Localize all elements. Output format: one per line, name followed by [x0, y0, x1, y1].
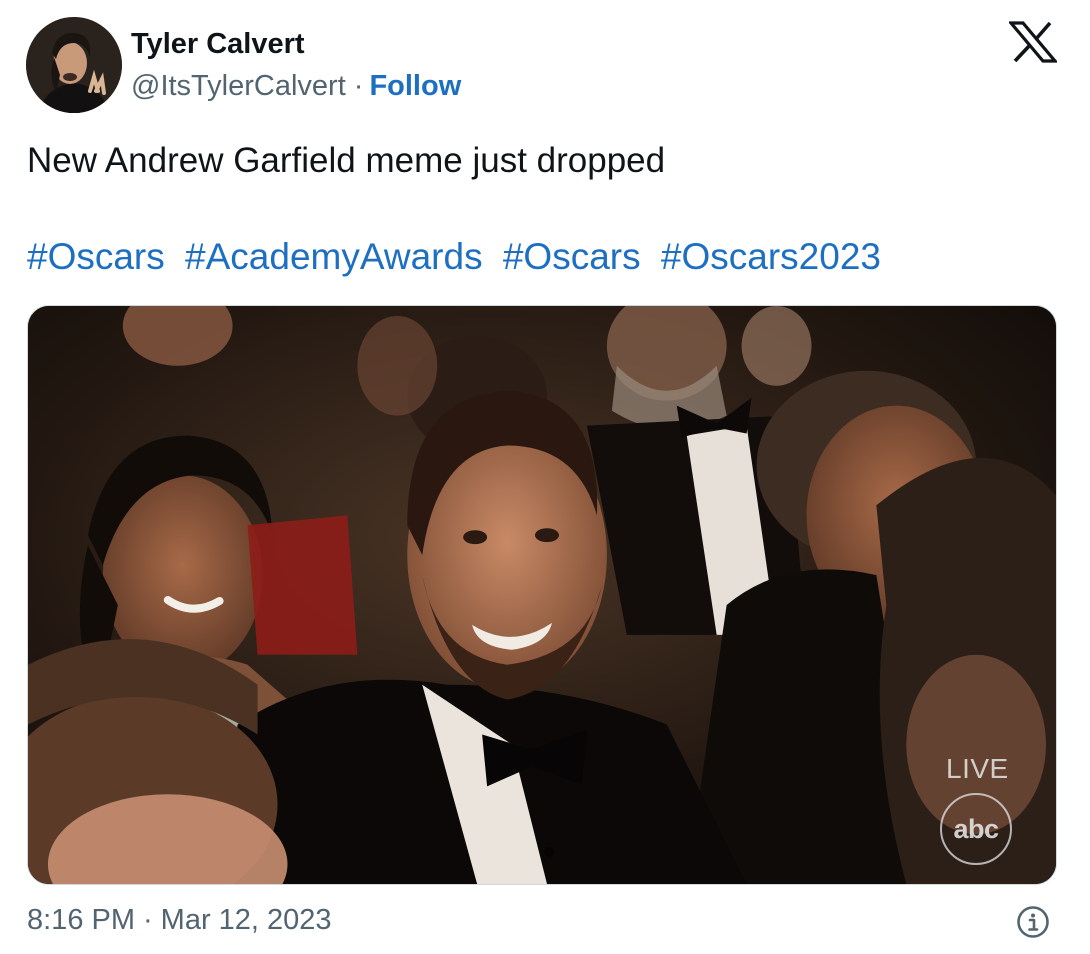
author-handle[interactable]: @ItsTylerCalvert [131, 70, 346, 102]
tweet-media[interactable]: LIVE abc [27, 305, 1057, 885]
tweet-card: Tyler Calvert @ItsTylerCalvert · Follow Ne… [0, 0, 1090, 954]
tweet-timestamp[interactable]: 8:16 PM · Mar 12, 2023 [27, 902, 332, 938]
media-image [28, 306, 1056, 884]
avatar[interactable] [26, 17, 122, 113]
tweet-time: 8:16 PM [27, 904, 135, 936]
avatar-image [26, 17, 122, 113]
follow-button[interactable]: Follow [369, 70, 461, 102]
timestamp-separator: · [143, 904, 153, 936]
tweet-date: Mar 12, 2023 [160, 904, 332, 936]
hashtag-link[interactable]: #AcademyAwards [185, 236, 483, 277]
abc-logo: abc [940, 793, 1012, 865]
x-logo-icon[interactable] [1009, 21, 1057, 63]
info-icon[interactable] [1016, 905, 1050, 939]
tweet-text: New Andrew Garfield meme just dropped [27, 141, 666, 180]
author-handle-row: @ItsTylerCalvert · Follow [131, 68, 461, 104]
hashtag-link[interactable]: #Oscars2023 [661, 236, 881, 277]
hashtag-link[interactable]: #Oscars [503, 236, 641, 277]
hashtag-link[interactable]: #Oscars [27, 236, 165, 277]
live-overlay-label: LIVE [946, 753, 1009, 784]
hashtag-row: #Oscars #AcademyAwards #Oscars #Oscars20… [27, 234, 881, 280]
handle-separator: · [353, 70, 364, 102]
author-display-name[interactable]: Tyler Calvert [131, 27, 305, 61]
